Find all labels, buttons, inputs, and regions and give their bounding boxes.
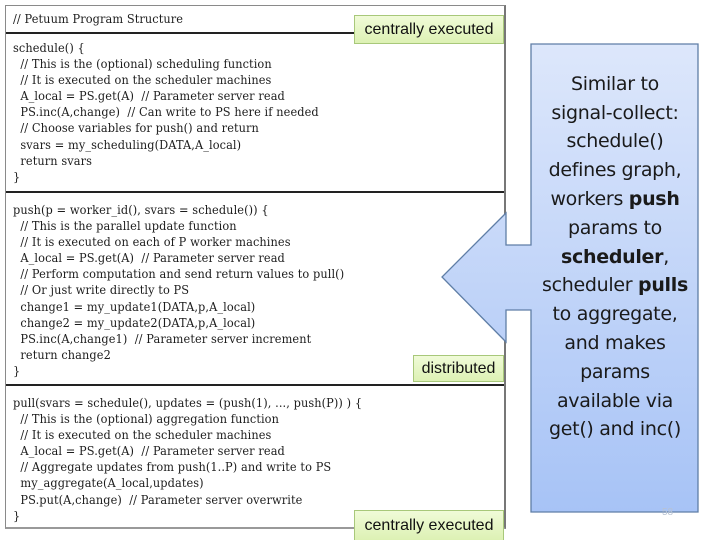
- code-line: }: [13, 508, 21, 523]
- code-line: return svars: [13, 153, 93, 168]
- callout-line: scheduler,: [561, 243, 669, 272]
- callout-text-run: get() and inc(): [549, 418, 681, 441]
- code-line: // It is executed on the scheduler machi…: [13, 73, 272, 88]
- code-line: }: [13, 169, 21, 184]
- code-line: // It is executed on the scheduler machi…: [13, 428, 272, 443]
- callout-emphasis: scheduler: [561, 245, 664, 268]
- callout-text-run: scheduler: [542, 274, 639, 297]
- pull-code: pull(svars = schedule(), updates = (push…: [13, 395, 362, 524]
- callout-line: workers push: [550, 185, 679, 214]
- schedule-execution-label: centrally executed: [354, 15, 504, 44]
- callout-line: Similar to: [571, 70, 659, 99]
- code-line: A_local = PS.get(A) // Parameter server …: [13, 444, 285, 459]
- pull-function-block: pull(svars = schedule(), updates = (push…: [6, 386, 504, 528]
- callout-text-run: and makes: [564, 331, 666, 354]
- pull-execution-label: centrally executed: [354, 510, 504, 540]
- code-line: PS.put(A,change) // Parameter server ove…: [13, 492, 303, 507]
- callout-text-run: Similar to: [571, 72, 659, 95]
- callout-text-run: schedule(): [566, 130, 664, 153]
- callout-line: params: [580, 358, 650, 387]
- code-line: schedule() {: [13, 41, 85, 55]
- code-line: A_local = PS.get(A) // Parameter server …: [13, 251, 285, 266]
- callout-text-run: signal-collect:: [551, 101, 679, 124]
- callout-text-run: ,: [663, 245, 669, 268]
- code-line: // Perform computation and send return v…: [13, 267, 345, 282]
- callout-line: scheduler pulls: [542, 271, 688, 300]
- callout-text-run: workers: [550, 188, 629, 210]
- code-line: svars = my_scheduling(DATA,A_local): [13, 137, 242, 152]
- callout-emphasis: push: [628, 188, 680, 210]
- push-code: push(p = worker_id(), svars = schedule()…: [13, 202, 344, 379]
- code-line: // This is the (optional) aggregation fu…: [13, 412, 280, 427]
- callout-emphasis: pulls: [638, 274, 688, 297]
- code-line: // Choose variables for push() and retur…: [13, 121, 259, 136]
- code-figure-title: // Petuum Program Structure: [13, 12, 184, 26]
- push-execution-label: distributed: [413, 355, 504, 382]
- code-line: }: [13, 363, 21, 378]
- code-line: return change2: [13, 347, 111, 362]
- callout-text: Similar to signal-collect: schedule() defin…: [532, 44, 698, 512]
- slide-page-number: 58: [662, 507, 674, 518]
- code-line: my_aggregate(A_local,updates): [13, 476, 204, 491]
- code-line: change1 = my_update1(DATA,p,A_local): [13, 299, 256, 314]
- code-line: PS.inc(A,change1) // Parameter server in…: [13, 331, 312, 346]
- callout-line: and makes: [564, 329, 665, 358]
- callout-text-run: to aggregate,: [552, 303, 678, 326]
- code-line: pull(svars = schedule(), updates = (push…: [13, 396, 363, 410]
- code-line: A_local = PS.get(A) // Parameter server …: [13, 89, 285, 104]
- code-figure: // Petuum Program Structure schedule() {…: [5, 5, 506, 529]
- code-line: // This is the parallel update function: [13, 219, 237, 234]
- schedule-function-block: schedule() { // This is the (optional) s…: [6, 34, 504, 193]
- callout-text-run: available via: [556, 389, 674, 412]
- callout-line: to aggregate,: [553, 300, 678, 329]
- callout-text-run: defines graph,: [548, 159, 682, 182]
- code-line: // It is executed on each of P worker ma…: [13, 235, 291, 250]
- callout-line: available via: [557, 387, 673, 416]
- callout-line: schedule(): [567, 127, 664, 156]
- callout-line: get() and inc(): [549, 415, 681, 444]
- code-line: PS.inc(A,change) // Can write to PS here…: [13, 105, 319, 120]
- callout-line: params to: [568, 214, 662, 243]
- schedule-code: schedule() { // This is the (optional) s…: [13, 40, 319, 185]
- code-line: change2 = my_update2(DATA,p,A_local): [13, 315, 256, 330]
- code-line: // Aggregate updates from push(1..P) and…: [13, 460, 332, 475]
- code-line: // Or just write directly to PS: [13, 283, 190, 298]
- callout-text-run: params: [580, 360, 650, 383]
- code-line: push(p = worker_id(), svars = schedule()…: [13, 203, 269, 217]
- callout-text-run: params to: [568, 216, 662, 239]
- callout-line: defines graph,: [549, 156, 682, 185]
- code-line: // This is the (optional) scheduling fun…: [13, 57, 272, 72]
- callout-line: signal-collect:: [551, 99, 678, 128]
